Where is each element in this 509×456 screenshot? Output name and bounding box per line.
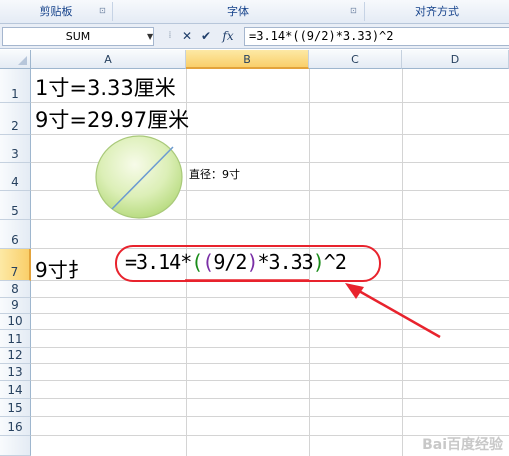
annotation-overlay	[115, 245, 441, 339]
arrow-annotation-icon	[345, 283, 441, 339]
watermark: Bai百度经验	[422, 437, 503, 453]
annotation-oval	[115, 245, 381, 282]
